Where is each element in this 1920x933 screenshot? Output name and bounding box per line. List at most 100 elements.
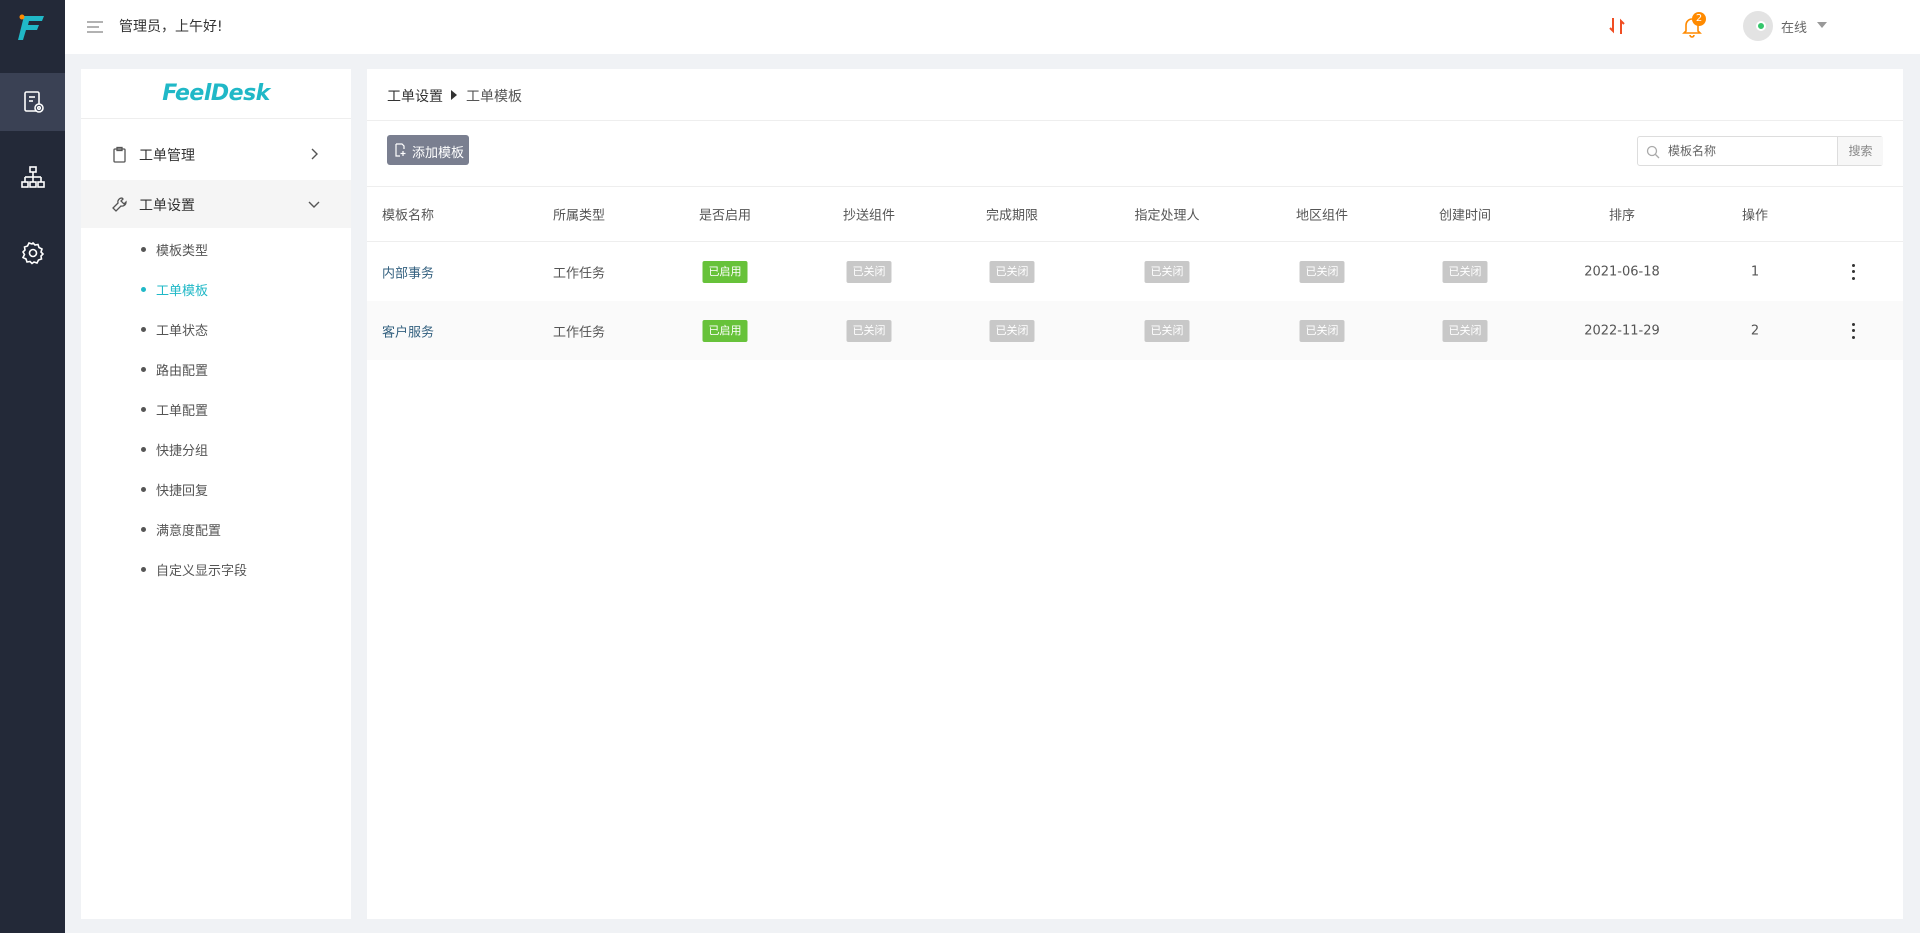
sort-order: 2 <box>1750 323 1760 338</box>
rail-item-ticket-settings[interactable] <box>0 73 65 131</box>
submenu-item-template-type[interactable]: 模板类型 <box>81 229 351 269</box>
search-icon <box>1646 145 1660 159</box>
template-type: 工作任务 <box>553 266 606 281</box>
column-header: 抄送组件 <box>842 208 896 224</box>
cc-status-tag: 已关闭 <box>846 319 892 342</box>
gear-icon <box>21 241 44 265</box>
notification-badge: 2 <box>1692 12 1706 26</box>
region-status-tag: 已关闭 <box>1299 319 1345 342</box>
table-row: 内部事务 工作任务 已启用 已关闭 已关闭 已关闭 已关闭 已关闭 2021-0… <box>367 242 1903 301</box>
submenu-item-quick-reply[interactable]: 快捷回复 <box>81 469 351 509</box>
cc-status-tag: 已关闭 <box>846 260 892 283</box>
chevron-down-icon[interactable] <box>1817 22 1827 28</box>
enabled-tag: 已启用 <box>702 319 748 342</box>
table-row: 客户服务 工作任务 已启用 已关闭 已关闭 已关闭 已关闭 已关闭 2022-1… <box>367 301 1903 360</box>
created-date: 2022-11-29 <box>1584 323 1660 338</box>
submenu-item-label: 工单配置 <box>156 404 209 419</box>
org-chart-icon <box>20 166 45 188</box>
column-header: 地区组件 <box>1295 208 1349 224</box>
main-panel: 工单设置 工单模板 添加模板 搜索 模板名称 所属类型 是否启用 抄送组件 完成… <box>367 69 1903 919</box>
column-header: 创建时间 <box>1438 208 1492 224</box>
menu-toggle-icon[interactable] <box>85 17 105 37</box>
clipboard-icon <box>113 146 126 163</box>
region-status-tag: 已关闭 <box>1299 260 1345 283</box>
submenu-item-label: 满意度配置 <box>156 524 222 539</box>
column-header: 模板名称 <box>382 208 435 224</box>
bullet-dot <box>141 407 146 412</box>
brand-name: FeelDesk <box>162 81 270 106</box>
nav-rail <box>0 0 65 933</box>
bullet-dot <box>141 367 146 372</box>
submenu-item-ticket-config[interactable]: 工单配置 <box>81 389 351 429</box>
search-input[interactable] <box>1668 141 1828 161</box>
search-button[interactable]: 搜索 <box>1837 137 1883 165</box>
bullet-dot <box>141 247 146 252</box>
add-template-label: 添加模板 <box>412 146 465 161</box>
sort-order: 1 <box>1750 264 1760 279</box>
menu-group-ticket-settings[interactable]: 工单设置 <box>81 180 351 228</box>
assignee-status-tag: 已关闭 <box>1144 260 1190 283</box>
created-date: 2021-06-18 <box>1584 264 1660 279</box>
submenu-item-label: 快捷回复 <box>156 484 209 499</box>
online-status-text[interactable]: 在线 <box>1781 17 1807 36</box>
more-actions-icon[interactable] <box>1845 321 1861 341</box>
bullet-dot <box>141 447 146 452</box>
submenu-item-label: 工单模板 <box>156 284 209 299</box>
online-status-dot <box>1756 21 1766 31</box>
rail-item-organization[interactable] <box>0 148 65 206</box>
submenu-item-ticket-status[interactable]: 工单状态 <box>81 309 351 349</box>
more-actions-icon[interactable] <box>1845 262 1861 282</box>
bullet-dot <box>141 287 146 292</box>
wrench-icon <box>112 197 127 212</box>
column-header: 完成期限 <box>985 208 1039 224</box>
deadline-status-tag: 已关闭 <box>989 319 1035 342</box>
column-header: 所属类型 <box>553 208 606 224</box>
rail-item-settings[interactable] <box>0 224 65 282</box>
submenu-item-label: 快捷分组 <box>156 444 209 459</box>
bullet-dot <box>141 487 146 492</box>
submenu-item-routing-config[interactable]: 路由配置 <box>81 349 351 389</box>
settings-sidebar: FeelDesk 工单管理 工单设置 模板类型 工单模板 工单状态 路由配置 工… <box>81 69 351 919</box>
created-status-tag: 已关闭 <box>1442 319 1488 342</box>
submenu-item-label: 工单状态 <box>156 324 209 339</box>
template-name-link[interactable]: 内部事务 <box>382 262 434 281</box>
submenu-item-label: 模板类型 <box>156 244 209 259</box>
assignee-status-tag: 已关闭 <box>1144 319 1190 342</box>
brand-logo: FeelDesk <box>81 69 351 119</box>
column-header: 是否启用 <box>698 208 752 224</box>
breadcrumb-current: 工单模板 <box>466 89 522 105</box>
chevron-right-icon <box>311 148 318 160</box>
bullet-dot <box>141 527 146 532</box>
menu-group-ticket-management[interactable]: 工单管理 <box>81 130 351 178</box>
created-status-tag: 已关闭 <box>1442 260 1488 283</box>
template-type: 工作任务 <box>553 325 606 340</box>
breadcrumb-separator-icon <box>451 90 457 100</box>
chevron-down-icon <box>308 201 320 208</box>
submenu-item-label: 自定义显示字段 <box>156 564 248 579</box>
template-search: 搜索 <box>1637 136 1883 166</box>
greeting-text: 管理员，上午好! <box>119 19 223 35</box>
sync-icon[interactable] <box>1605 14 1629 38</box>
deadline-status-tag: 已关闭 <box>989 260 1035 283</box>
app-logo-icon[interactable] <box>16 12 48 42</box>
ticket-settings-icon <box>23 91 44 113</box>
submenu-item-ticket-template[interactable]: 工单模板 <box>81 269 351 309</box>
submenu-item-quick-group[interactable]: 快捷分组 <box>81 429 351 469</box>
template-name-link[interactable]: 客户服务 <box>382 321 434 340</box>
breadcrumb-parent[interactable]: 工单设置 <box>387 86 443 106</box>
breadcrumb: 工单设置 工单模板 <box>367 69 1903 121</box>
add-file-icon <box>395 143 406 157</box>
menu-group-label: 工单管理 <box>139 148 195 164</box>
bullet-dot <box>141 567 146 572</box>
column-header: 操作 <box>1741 208 1769 224</box>
submenu-item-custom-fields[interactable]: 自定义显示字段 <box>81 549 351 589</box>
table-header: 模板名称 所属类型 是否启用 抄送组件 完成期限 指定处理人 地区组件 创建时间… <box>367 186 1903 242</box>
column-header: 指定处理人 <box>1134 208 1200 224</box>
add-template-button[interactable]: 添加模板 <box>387 135 469 165</box>
menu-group-label: 工单设置 <box>139 198 195 214</box>
submenu-item-label: 路由配置 <box>156 364 209 379</box>
column-header: 排序 <box>1608 208 1636 224</box>
submenu-item-satisfaction-config[interactable]: 满意度配置 <box>81 509 351 549</box>
bullet-dot <box>141 327 146 332</box>
enabled-tag: 已启用 <box>702 260 748 283</box>
